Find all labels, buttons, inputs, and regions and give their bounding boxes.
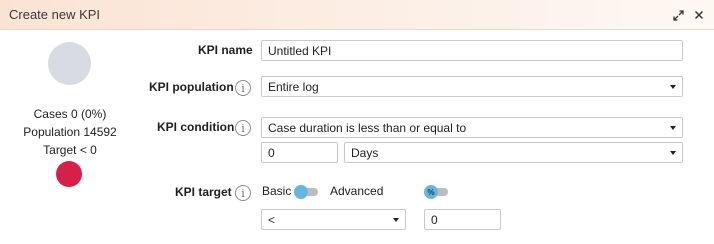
chevron-down-icon	[670, 150, 676, 155]
info-icon[interactable]: i	[235, 185, 251, 201]
target-stat: Target < 0	[0, 143, 140, 157]
target-mode-toggle[interactable]	[294, 185, 320, 199]
create-kpi-dialog: Create new KPI Cases 0 (0%) Population 1…	[0, 0, 714, 244]
target-label: Target	[43, 143, 77, 157]
kpi-condition-select[interactable]: Case duration is less than or equal to	[261, 117, 683, 138]
toggle-knob	[294, 185, 308, 199]
kpi-condition-value: Case duration is less than or equal to	[268, 120, 467, 135]
cases-label: Cases	[33, 107, 68, 121]
info-icon[interactable]: i	[235, 120, 251, 136]
kpi-condition-amount-input[interactable]	[261, 142, 338, 163]
percent-toggle[interactable]: %	[424, 185, 450, 199]
kpi-target-label: KPI target	[175, 185, 232, 199]
cases-stat: Cases 0 (0%)	[0, 107, 140, 121]
population-stat: Population 14592	[0, 125, 140, 139]
kpi-population-select[interactable]: Entire log	[261, 76, 683, 97]
basic-mode-label: Basic	[262, 184, 292, 198]
dialog-title: Create new KPI	[9, 7, 101, 22]
population-label: Population	[23, 125, 80, 139]
target-value: < 0	[79, 143, 97, 157]
population-value: 14592	[83, 125, 117, 139]
kpi-name-input[interactable]	[261, 40, 683, 61]
kpi-population-value: Entire log	[268, 79, 319, 94]
expand-icon[interactable]	[669, 6, 687, 24]
kpi-population-label: KPI population	[149, 80, 234, 94]
kpi-condition-unit-select[interactable]: Days	[344, 142, 683, 163]
target-operator-value: <	[268, 212, 276, 227]
chevron-down-icon	[670, 125, 676, 130]
chevron-down-icon	[670, 84, 676, 89]
kpi-name-label: KPI name	[198, 43, 253, 57]
info-icon[interactable]: i	[235, 80, 251, 96]
percent-label: %	[427, 187, 435, 197]
cases-value: 0 (0%)	[71, 107, 107, 121]
advanced-mode-label: Advanced	[330, 184, 384, 198]
target-operator-select[interactable]: <	[261, 209, 406, 230]
target-value-input[interactable]	[424, 209, 501, 230]
target-status-dot	[56, 161, 82, 187]
kpi-status-circle	[48, 42, 91, 85]
kpi-condition-unit-value: Days	[351, 145, 379, 160]
chevron-down-icon	[393, 217, 399, 222]
close-icon[interactable]	[690, 6, 708, 24]
kpi-condition-label: KPI condition	[157, 120, 235, 134]
dialog-title-bar: Create new KPI	[0, 0, 714, 30]
